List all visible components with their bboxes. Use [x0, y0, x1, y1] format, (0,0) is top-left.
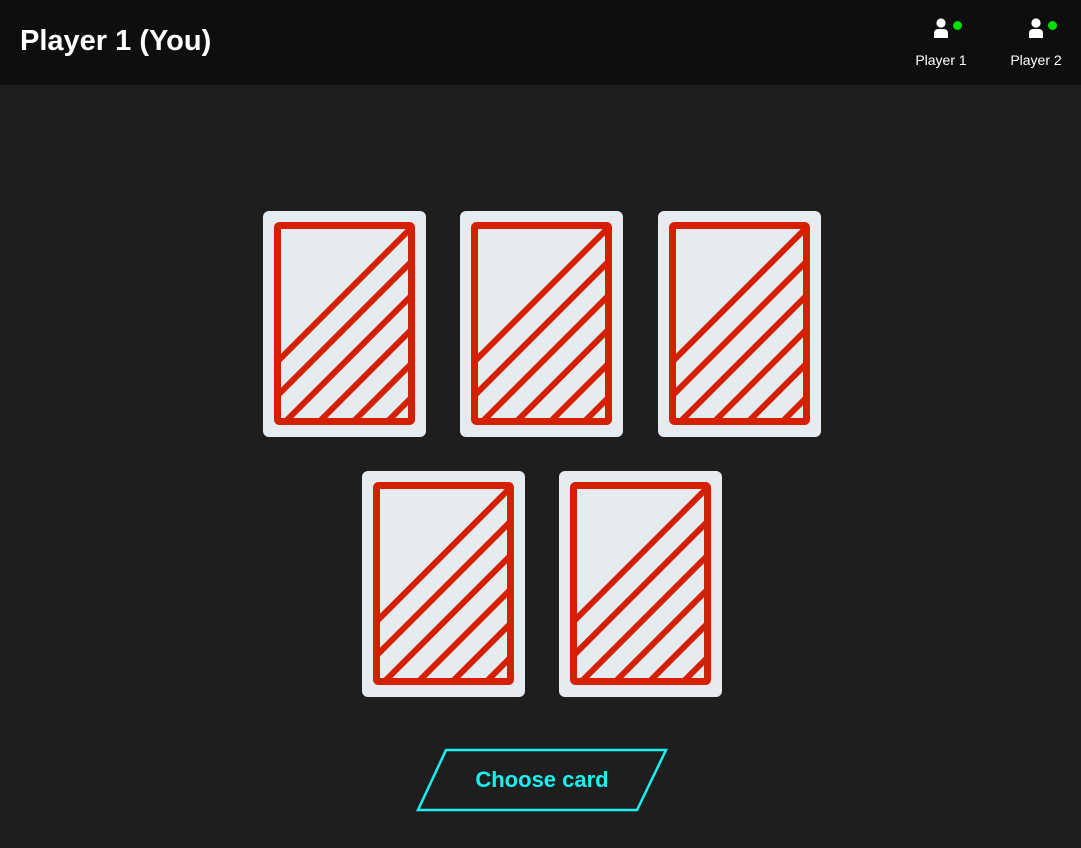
choose-card-button[interactable]: Choose card — [416, 748, 668, 812]
card-back-pattern — [570, 482, 711, 685]
card-back-pattern — [373, 482, 514, 685]
user-icon — [931, 18, 962, 46]
user-icon — [1026, 18, 1057, 46]
player-name: Player 1 — [915, 52, 967, 68]
face-down-card[interactable] — [460, 211, 623, 437]
page-title: Player 1 (You) — [20, 25, 212, 57]
card-back-pattern — [274, 222, 415, 425]
player-name: Player 2 — [1010, 52, 1062, 68]
player-indicator-1: Player 1 — [896, 14, 986, 68]
online-status-dot — [1048, 21, 1057, 30]
top-bar: Player 1 (You) Player 1 Player 2 — [0, 0, 1081, 85]
face-down-card[interactable] — [658, 211, 821, 437]
face-down-card[interactable] — [559, 471, 722, 697]
face-down-card[interactable] — [263, 211, 426, 437]
online-status-dot — [953, 21, 962, 30]
card-back-pattern — [471, 222, 612, 425]
card-back-pattern — [669, 222, 810, 425]
face-down-card[interactable] — [362, 471, 525, 697]
player-indicator-2: Player 2 — [991, 14, 1081, 68]
choose-card-label: Choose card — [475, 767, 609, 792]
